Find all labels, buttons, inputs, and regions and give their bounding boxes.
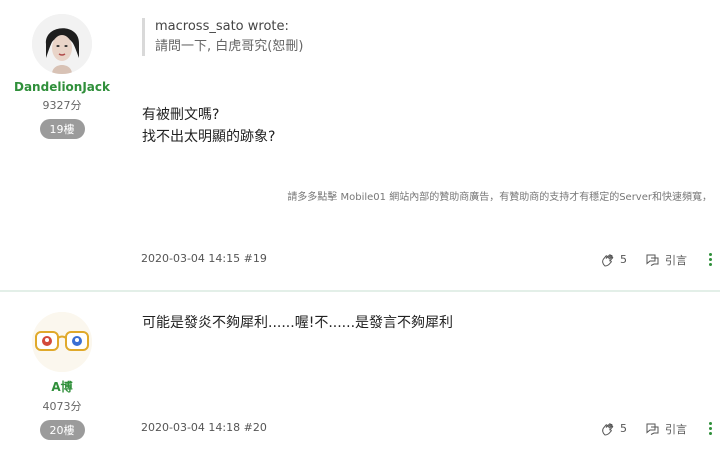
- more-options-icon[interactable]: [709, 420, 712, 437]
- quote-button[interactable]: 引言: [645, 421, 687, 437]
- author-block: DandelionJack 9327分 19樓: [0, 14, 124, 139]
- like-button[interactable]: 5: [601, 253, 627, 267]
- post-content: 有被刪文嗎? 找不出太明顯的跡象?: [142, 104, 275, 148]
- content-line: 找不出太明顯的跡象?: [142, 129, 276, 145]
- user-portrait-icon[interactable]: [32, 14, 92, 74]
- floor-badge[interactable]: 20樓: [39, 420, 85, 440]
- author-score: 9327分: [42, 99, 82, 112]
- quote-reply-icon: [646, 423, 659, 435]
- clap-icon: [602, 422, 614, 436]
- sponsor-notice: 請多多點擊 Mobile01 網站內部的贊助商廣告，有贊助商的支持才有穩定的Se…: [287, 192, 712, 203]
- more-options-icon[interactable]: [709, 251, 712, 268]
- content-line: 可能是發炎不夠犀利......喔!不......是發言不夠犀利: [142, 315, 454, 331]
- author-block: A博 4073分 20樓: [0, 312, 124, 440]
- post-19: DandelionJack 9327分 19樓 macross_sato wro…: [0, 0, 720, 291]
- content-line: 有被刪文嗎?: [142, 107, 220, 123]
- glasses-avatar-icon[interactable]: [32, 312, 92, 372]
- author-name[interactable]: DandelionJack: [0, 80, 124, 94]
- like-count: 5: [620, 253, 627, 266]
- clap-icon: [602, 253, 614, 267]
- quote-button[interactable]: 引言: [645, 252, 687, 268]
- quote-label: 引言: [665, 253, 687, 267]
- post-actions: 5 引言: [583, 420, 712, 437]
- post-actions: 5 引言: [583, 251, 712, 268]
- author-name[interactable]: A博: [0, 378, 124, 395]
- quote-author: macross_sato wrote:: [155, 19, 289, 34]
- post-meta[interactable]: 2020-03-04 14:15 #19: [141, 252, 267, 265]
- quote-reply-icon: [646, 254, 659, 266]
- quote-text: 請問一下, 白虎哥究(恕刪): [155, 39, 304, 54]
- quote-block: macross_sato wrote: 請問一下, 白虎哥究(恕刪): [142, 18, 303, 56]
- author-score: 4073分: [42, 400, 82, 413]
- post-content: 可能是發炎不夠犀利......喔!不......是發言不夠犀利: [142, 312, 453, 334]
- post-20: A博 4073分 20樓 可能是發炎不夠犀利......喔!不......是發言…: [0, 292, 720, 460]
- like-count: 5: [620, 422, 627, 435]
- quote-label: 引言: [665, 422, 687, 436]
- floor-badge[interactable]: 19樓: [39, 119, 85, 139]
- post-meta[interactable]: 2020-03-04 14:18 #20: [141, 421, 267, 434]
- like-button[interactable]: 5: [601, 422, 627, 436]
